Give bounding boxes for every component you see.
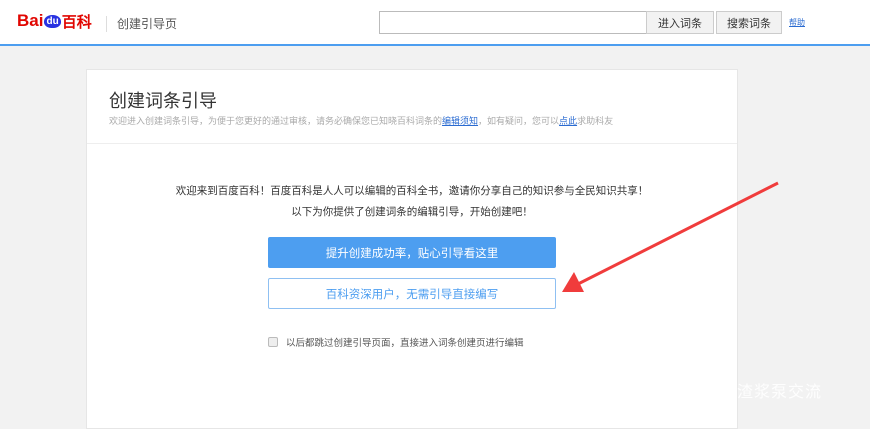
watermark: 渣浆泵交流 [737,382,823,401]
red-arrow-annotation-icon [562,181,779,292]
